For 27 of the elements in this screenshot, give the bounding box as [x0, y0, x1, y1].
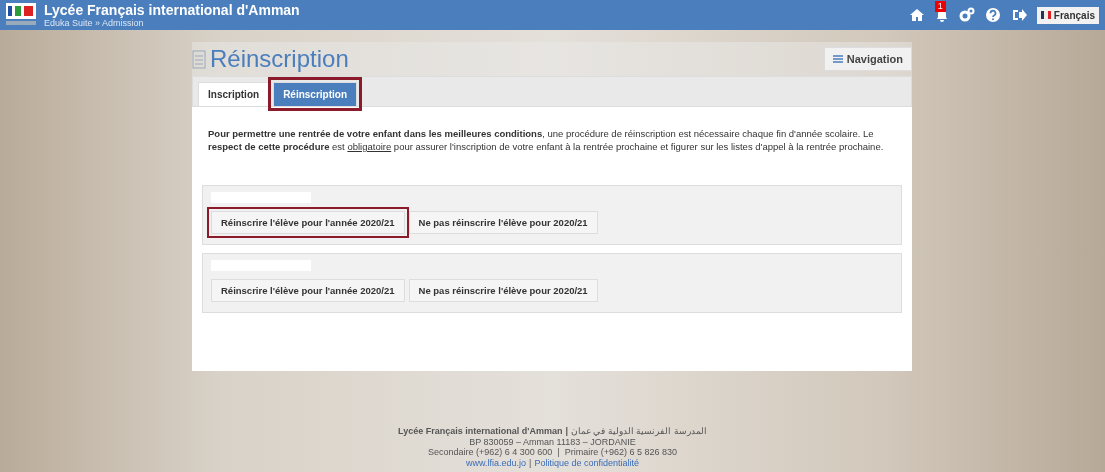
breadcrumb: Eduka Suite » Admission: [44, 17, 145, 28]
notification-badge: 1: [934, 1, 946, 12]
privacy-link[interactable]: Politique de confidentialité: [534, 457, 639, 468]
tab[interactable]: Inscription: [198, 82, 270, 106]
home-icon[interactable]: [908, 7, 925, 23]
intro-paragraph: Pour permettre une rentrée de votre enfant dans les meilleures conditions, une procédure de réinscription est nécessaire chaque fin d'année scolaire. Le respect de cette procédure est obligatoire pour assurer l'inscription de votre enfant à la rentrée prochaine et figurer sur les listes d'appel à la rentrée prochaine.: [208, 127, 885, 153]
reenrol-button[interactable]: Ne pas réinscrire l'élève pour 2020/21: [408, 211, 598, 234]
logo-icon: [6, 3, 36, 27]
language-selector[interactable]: Français: [1036, 6, 1099, 24]
website-link[interactable]: www.lfia.edu.jo: [466, 457, 527, 468]
footer-separator: |: [565, 426, 568, 437]
reenrol-button[interactable]: Ne pas réinscrire l'élève pour 2020/21: [408, 279, 598, 302]
navigation-button[interactable]: Navigation: [823, 47, 912, 71]
school-title: Lycée Français international d'Amman: [44, 2, 301, 18]
help-icon[interactable]: [984, 7, 1001, 23]
clipboard-icon: [192, 49, 206, 69]
settings-icon[interactable]: [958, 7, 975, 23]
logout-icon[interactable]: [1010, 7, 1027, 23]
footer-arabic-name: المدرسة الفرنسية الدولية في عمان: [570, 426, 707, 437]
menu-icon: [832, 55, 843, 63]
reenrol-button[interactable]: Réinscrire l'élève pour l'année 2020/21: [211, 279, 405, 302]
footer-school: Lycée Français international d'Amman: [398, 426, 563, 437]
footer-separator: |: [529, 457, 532, 468]
footer-address: BP 830059 – Amman 11183 – JORDANIE: [469, 436, 636, 447]
footer-phones: Secondaire (+962) 6 4 300 600 | Primaire (+962) 6 5 826 830: [428, 447, 677, 458]
page-title: Réinscription: [192, 45, 349, 73]
flag-icon: [1040, 11, 1051, 19]
